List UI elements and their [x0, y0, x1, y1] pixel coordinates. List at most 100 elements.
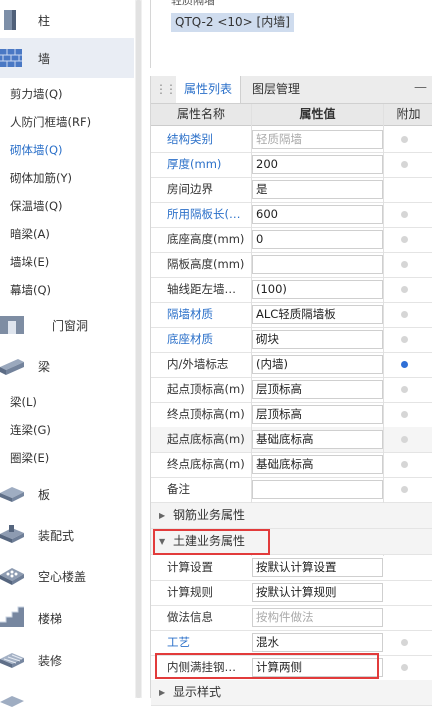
property-row[interactable]: 备注: [151, 477, 432, 503]
nav-category-partial[interactable]: [0, 683, 134, 723]
property-row[interactable]: 轴线距左墙… (100): [151, 277, 432, 303]
property-row[interactable]: 厚度(mm) 200: [151, 152, 432, 178]
attach-unchecked-icon[interactable]: [401, 261, 408, 268]
nav-item-shear-wall[interactable]: 剪力墙(Q): [10, 86, 63, 102]
property-row[interactable]: 做法信息 按构件做法: [151, 605, 432, 631]
attach-unchecked-icon[interactable]: [401, 411, 408, 418]
property-row[interactable]: 结构类别 轻质隔墙: [151, 127, 432, 153]
property-value-field[interactable]: 按默认计算设置: [252, 558, 383, 577]
property-value-field[interactable]: 按默认计算规则: [252, 583, 383, 602]
property-row[interactable]: 隔墙材质 ALC轻质隔墙板: [151, 302, 432, 328]
attach-unchecked-icon[interactable]: [401, 236, 408, 243]
nav-item-curtain-wall[interactable]: 幕墙(Q): [10, 282, 51, 298]
property-value-field[interactable]: 0: [252, 230, 383, 249]
group-display-style[interactable]: ▶ 显示样式: [151, 680, 432, 706]
table-header: 属性名称 属性值 附加: [151, 104, 432, 126]
property-row[interactable]: 计算设置 按默认计算设置: [151, 555, 432, 581]
nav-item-masonry-reinforcement[interactable]: 砌体加筋(Y): [10, 170, 72, 186]
nav-category-hollow-slab[interactable]: 空心楼盖: [0, 556, 134, 596]
nav-item-insulation-wall[interactable]: 保温墙(Q): [10, 198, 63, 214]
scrollbar-thumb[interactable]: [136, 0, 141, 698]
property-value-field[interactable]: 混水: [252, 633, 383, 652]
property-name: 起点顶标高(m): [167, 382, 245, 396]
property-name: 房间边界: [167, 182, 213, 196]
property-row[interactable]: 起点底标高(m) 基础底标高: [151, 427, 432, 453]
property-row[interactable]: 起点顶标高(m) 层顶标高: [151, 377, 432, 403]
stair-icon: [0, 605, 26, 631]
attach-unchecked-icon[interactable]: [401, 486, 408, 493]
tab-properties[interactable]: 属性列表: [176, 76, 241, 103]
nav-item-beam[interactable]: 梁(L): [10, 394, 37, 410]
property-value-field[interactable]: 按构件做法: [252, 608, 383, 627]
nav-item-coupling-beam[interactable]: 连梁(G): [10, 422, 51, 438]
property-name: 隔板高度(mm): [167, 257, 245, 271]
property-row[interactable]: 终点底标高(m) 基础底标高: [151, 452, 432, 478]
property-row[interactable]: 底座高度(mm) 0: [151, 227, 432, 253]
nav-category-stair[interactable]: 楼梯: [0, 598, 134, 638]
property-row[interactable]: 隔板高度(mm): [151, 252, 432, 278]
nav-item-wall-pier[interactable]: 墙垛(E): [10, 254, 49, 270]
nav-item-hidden-beam[interactable]: 暗梁(A): [10, 226, 50, 242]
property-row[interactable]: 终点顶标高(m) 层顶标高: [151, 402, 432, 428]
property-value-field[interactable]: [252, 480, 383, 499]
attach-unchecked-icon[interactable]: [401, 639, 408, 646]
property-row[interactable]: 房间边界 是: [151, 177, 432, 203]
expand-arrow-icon[interactable]: ▶: [159, 503, 165, 528]
attach-unchecked-icon[interactable]: [401, 286, 408, 293]
property-name: 底座材质: [167, 332, 213, 346]
tab-layers[interactable]: 图层管理: [252, 76, 300, 103]
highlight-box-inner-mesh-row: [155, 653, 379, 679]
attach-unchecked-icon[interactable]: [401, 461, 408, 468]
property-value-field[interactable]: 是: [252, 180, 383, 199]
left-scrollbar[interactable]: [135, 0, 142, 698]
property-value-field[interactable]: 基础底标高: [252, 430, 383, 449]
property-name: 备注: [167, 482, 190, 496]
property-row[interactable]: 内/外墙标志 (内墙): [151, 352, 432, 378]
nav-item-ring-beam[interactable]: 圈梁(E): [10, 450, 49, 466]
group-rebar-properties[interactable]: ▶ 钢筋业务属性: [151, 503, 432, 529]
attach-unchecked-icon[interactable]: [401, 436, 408, 443]
property-value-field[interactable]: 砌块: [252, 330, 383, 349]
column-icon: [0, 7, 26, 33]
property-value-field[interactable]: (100): [252, 280, 383, 299]
expand-arrow-icon[interactable]: ▶: [159, 680, 165, 705]
property-value-field[interactable]: [252, 255, 383, 274]
nav-category-prefab[interactable]: 装配式: [0, 515, 134, 555]
nav-item-civil-defense-door-wall[interactable]: 人防门框墙(RF): [10, 114, 91, 130]
property-row[interactable]: 底座材质 砌块: [151, 327, 432, 353]
nav-category-beam[interactable]: 梁: [0, 346, 134, 386]
attach-unchecked-icon[interactable]: [401, 336, 408, 343]
attach-unchecked-icon[interactable]: [401, 136, 408, 143]
attach-unchecked-icon[interactable]: [401, 386, 408, 393]
property-value-field[interactable]: 200: [252, 155, 383, 174]
nav-category-wall[interactable]: 墙: [0, 38, 134, 78]
property-row[interactable]: 计算规则 按默认计算规则: [151, 580, 432, 606]
property-value-field[interactable]: 基础底标高: [252, 455, 383, 474]
property-value-field[interactable]: 层顶标高: [252, 380, 383, 399]
nav-category-label: 楼梯: [38, 611, 63, 626]
col-header-extra: 附加: [396, 107, 421, 121]
component-list: 轻质隔墙 QTQ-2 <10> [内墙]: [150, 0, 432, 68]
property-value-field[interactable]: (内墙): [252, 355, 383, 374]
property-row[interactable]: 所用隔板长(… 600: [151, 202, 432, 228]
property-name: 终点底标高(m): [167, 457, 245, 471]
attach-unchecked-icon[interactable]: [401, 211, 408, 218]
nav-category-column[interactable]: 柱: [0, 0, 134, 40]
list-item-selected[interactable]: QTQ-2 <10> [内墙]: [171, 13, 294, 32]
nav-category-decoration[interactable]: 装修: [0, 640, 134, 680]
attach-unchecked-icon[interactable]: [401, 311, 408, 318]
drag-handle-icon[interactable]: ⋮⋮: [155, 82, 177, 96]
nav-category-door-window[interactable]: 门窗洞: [0, 305, 134, 345]
property-value-field[interactable]: 层顶标高: [252, 405, 383, 424]
list-group-header[interactable]: 轻质隔墙: [171, 0, 215, 8]
attach-unchecked-icon[interactable]: [401, 161, 408, 168]
property-value-field[interactable]: 轻质隔墙: [252, 130, 383, 149]
nav-item-masonry-wall[interactable]: 砌体墙(Q): [10, 142, 63, 158]
attach-unchecked-icon[interactable]: [401, 664, 408, 671]
collapse-icon[interactable]: —: [414, 80, 427, 95]
property-value-field[interactable]: ALC轻质隔墙板: [252, 305, 383, 324]
attach-checked-icon[interactable]: [401, 361, 408, 368]
nav-category-slab[interactable]: 板: [0, 474, 134, 514]
property-value-field[interactable]: 600: [252, 205, 383, 224]
group-label: 钢筋业务属性: [173, 508, 246, 522]
